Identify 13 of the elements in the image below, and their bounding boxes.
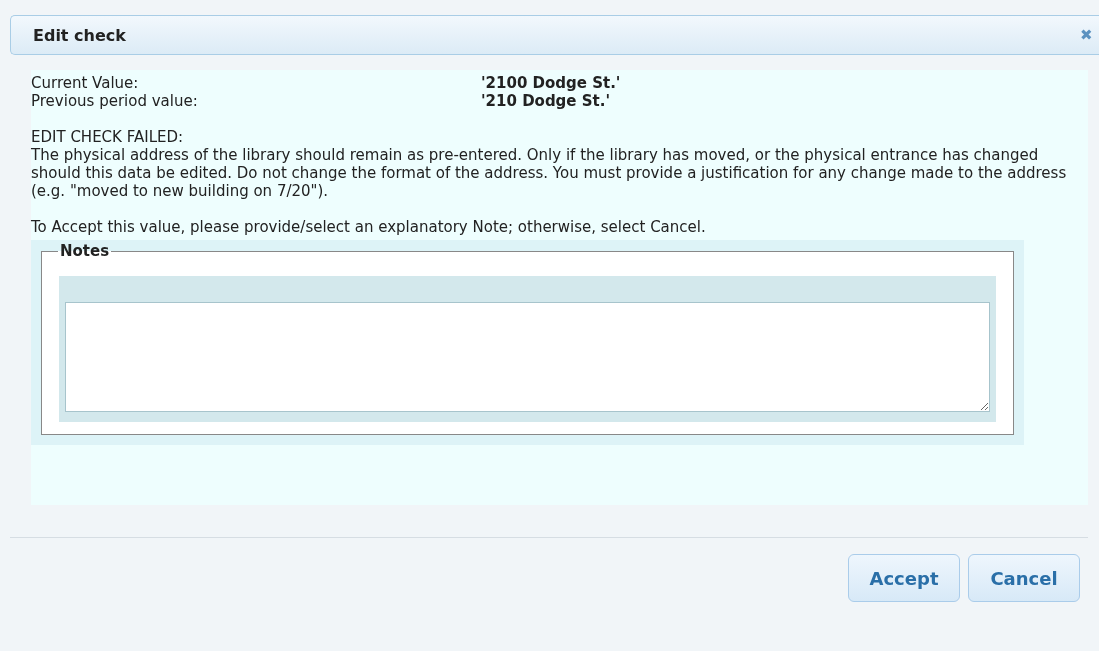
dialog-title: Edit check <box>33 25 126 45</box>
field-value: '2100 Dodge St.' <box>481 74 622 92</box>
close-button[interactable]: ✖ <box>1074 26 1099 44</box>
notes-legend: Notes <box>58 242 112 260</box>
field-label: Previous period value: <box>31 92 199 110</box>
notes-input[interactable] <box>65 302 990 412</box>
field-label: Current Value: <box>31 74 140 92</box>
accept-button[interactable]: Accept <box>848 554 960 602</box>
error-message: The physical address of the library should remain as pre-entered. Only if the library has moved, or the physical entrance has changed should this data be edited. Do not change the format of the address. You must provide a justification for any change made to the address (e.g. "moved to new building on 7/20"). <box>31 146 1068 200</box>
field-value: '210 Dodge St.' <box>481 92 612 110</box>
error-heading: EDIT CHECK FAILED: <box>31 128 185 146</box>
cancel-button[interactable]: Cancel <box>968 554 1080 602</box>
instruction-text: To Accept this value, please provide/select an explanatory Note; otherwise, select Cancel. <box>31 218 707 236</box>
